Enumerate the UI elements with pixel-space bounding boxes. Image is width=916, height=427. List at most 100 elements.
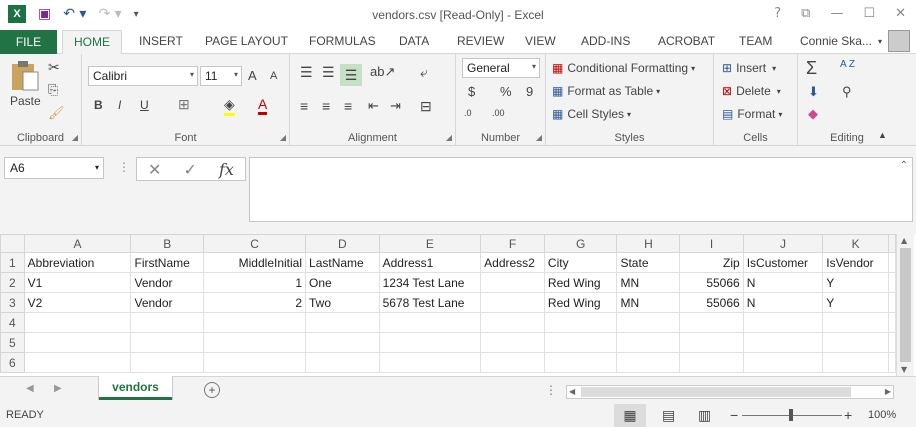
cell[interactable] bbox=[203, 352, 307, 373]
tab-formulas[interactable]: FORMULAS bbox=[309, 34, 376, 48]
cell[interactable] bbox=[888, 292, 896, 313]
cell[interactable] bbox=[742, 332, 824, 353]
page-layout-view-icon[interactable]: ▤ bbox=[662, 407, 675, 424]
cell[interactable] bbox=[888, 272, 896, 293]
format-cells-button[interactable]: ▤ Format ▾ bbox=[722, 107, 782, 121]
column-header[interactable]: C bbox=[203, 234, 307, 253]
cell[interactable] bbox=[378, 312, 482, 333]
row-header[interactable]: 6 bbox=[0, 352, 25, 373]
wrap-text-icon[interactable]: ⤶ bbox=[420, 64, 428, 81]
cell[interactable]: 55066 bbox=[679, 272, 744, 293]
zoom-out-button[interactable]: − bbox=[730, 407, 738, 423]
cell[interactable] bbox=[203, 312, 307, 333]
cell[interactable] bbox=[888, 352, 896, 373]
clear-icon[interactable]: ◆ bbox=[808, 106, 818, 122]
name-box[interactable]: A6 ▾ bbox=[4, 157, 104, 179]
ribbon-display-options-icon[interactable]: ⧉ bbox=[801, 6, 810, 21]
cell[interactable]: 5678 Test Lane bbox=[378, 292, 482, 313]
cell[interactable]: Two bbox=[305, 292, 380, 313]
help-icon[interactable]: ? bbox=[774, 6, 781, 21]
cell[interactable] bbox=[480, 352, 545, 373]
vertical-scrollbar[interactable]: ▲ ▼ bbox=[896, 234, 914, 376]
tab-data[interactable]: DATA bbox=[399, 34, 429, 48]
font-name-select[interactable]: Calibri ▾ bbox=[88, 66, 198, 86]
paste-button[interactable]: Paste bbox=[10, 60, 41, 108]
cell[interactable]: Address1 bbox=[378, 252, 482, 273]
column-header[interactable]: I bbox=[679, 234, 744, 253]
scrollbar-thumb[interactable] bbox=[581, 387, 851, 397]
cell[interactable] bbox=[378, 332, 482, 353]
cell[interactable] bbox=[616, 332, 681, 353]
dialog-launcher-icon[interactable]: ◢ bbox=[72, 133, 78, 142]
user-account[interactable]: Connie Ska... ▾ bbox=[800, 30, 910, 52]
cell[interactable] bbox=[679, 332, 744, 353]
cell[interactable]: Address2 bbox=[480, 252, 545, 273]
cell[interactable]: One bbox=[305, 272, 380, 293]
cell[interactable]: LastName bbox=[305, 252, 380, 273]
orientation-icon[interactable]: ab↗ bbox=[370, 64, 395, 80]
formula-bar-splitter[interactable]: ⋮ bbox=[118, 160, 130, 174]
underline-button[interactable]: U bbox=[140, 98, 149, 112]
cell[interactable] bbox=[305, 352, 380, 373]
cell[interactable]: Y bbox=[822, 292, 889, 313]
tab-review[interactable]: REVIEW bbox=[457, 34, 504, 48]
collapse-ribbon-icon[interactable]: ▲ bbox=[878, 130, 887, 140]
cell[interactable]: Abbreviation bbox=[23, 252, 132, 273]
cell[interactable] bbox=[616, 352, 681, 373]
tab-team[interactable]: TEAM bbox=[739, 34, 772, 48]
cell[interactable]: Red Wing bbox=[543, 292, 618, 313]
dialog-launcher-icon[interactable]: ◢ bbox=[536, 133, 542, 142]
sort-filter-button[interactable]: A Z bbox=[840, 60, 860, 70]
tab-file[interactable]: FILE bbox=[0, 30, 57, 54]
cell[interactable] bbox=[543, 332, 618, 353]
cell[interactable]: 1234 Test Lane bbox=[378, 272, 482, 293]
italic-button[interactable]: I bbox=[118, 98, 121, 112]
maximize-button[interactable]: ☐ bbox=[863, 6, 875, 21]
comma-button[interactable]: 9 bbox=[526, 84, 533, 99]
tab-page-layout[interactable]: PAGE LAYOUT bbox=[205, 34, 288, 48]
currency-button[interactable]: $ bbox=[468, 84, 475, 99]
column-header[interactable]: D bbox=[305, 234, 380, 253]
decrease-indent-icon[interactable]: ⇤ bbox=[368, 98, 379, 114]
cell[interactable] bbox=[23, 352, 132, 373]
minimize-button[interactable]: — bbox=[830, 6, 843, 21]
fill-icon[interactable]: ⬇ bbox=[808, 84, 819, 100]
cell[interactable] bbox=[480, 312, 545, 333]
align-right-icon[interactable]: ≡ bbox=[344, 98, 352, 114]
sheet-tab-vendors[interactable]: vendors bbox=[99, 376, 172, 400]
cell[interactable] bbox=[480, 332, 545, 353]
cell[interactable]: Red Wing bbox=[543, 272, 618, 293]
fill-color-icon[interactable]: ◈ bbox=[224, 96, 235, 116]
cell[interactable] bbox=[888, 332, 896, 353]
cell[interactable] bbox=[130, 332, 205, 353]
row-header[interactable]: 1 bbox=[0, 252, 25, 273]
cell[interactable]: Y bbox=[822, 272, 889, 293]
normal-view-icon[interactable]: ▦ bbox=[614, 404, 646, 427]
cell-styles-button[interactable]: ▦ Cell Styles ▾ bbox=[552, 107, 631, 121]
cell[interactable]: Vendor bbox=[130, 272, 205, 293]
cell[interactable] bbox=[130, 312, 205, 333]
cell[interactable] bbox=[679, 312, 744, 333]
zoom-in-button[interactable]: + bbox=[844, 407, 852, 423]
scroll-right-icon[interactable]: ▶ bbox=[885, 387, 891, 396]
cell[interactable] bbox=[130, 352, 205, 373]
top-align-icon[interactable]: ☰ bbox=[300, 64, 313, 81]
cell[interactable] bbox=[822, 352, 889, 373]
increase-indent-icon[interactable]: ⇥ bbox=[390, 98, 401, 114]
borders-icon[interactable]: ⊞ bbox=[178, 96, 190, 113]
cell[interactable]: MN bbox=[616, 292, 681, 313]
font-size-select[interactable]: 11 ▾ bbox=[200, 66, 242, 86]
cell[interactable] bbox=[480, 272, 545, 293]
cell[interactable] bbox=[543, 312, 618, 333]
worksheet-grid[interactable]: ABCDEFGHIJK 1 Abbreviation FirstName Middle… bbox=[0, 234, 896, 376]
row-header[interactable]: 3 bbox=[0, 292, 25, 313]
cell[interactable]: V1 bbox=[23, 272, 132, 293]
cell[interactable] bbox=[679, 352, 744, 373]
grow-font-button[interactable]: A bbox=[248, 68, 257, 83]
scroll-up-icon[interactable]: ▲ bbox=[901, 236, 907, 245]
horizontal-scrollbar[interactable]: ◀ ▶ bbox=[566, 385, 894, 399]
column-header[interactable]: G bbox=[543, 234, 618, 253]
cell[interactable]: 55066 bbox=[679, 292, 744, 313]
cell[interactable] bbox=[378, 352, 482, 373]
delete-cells-button[interactable]: ⊠ Delete ▾ bbox=[722, 84, 781, 98]
